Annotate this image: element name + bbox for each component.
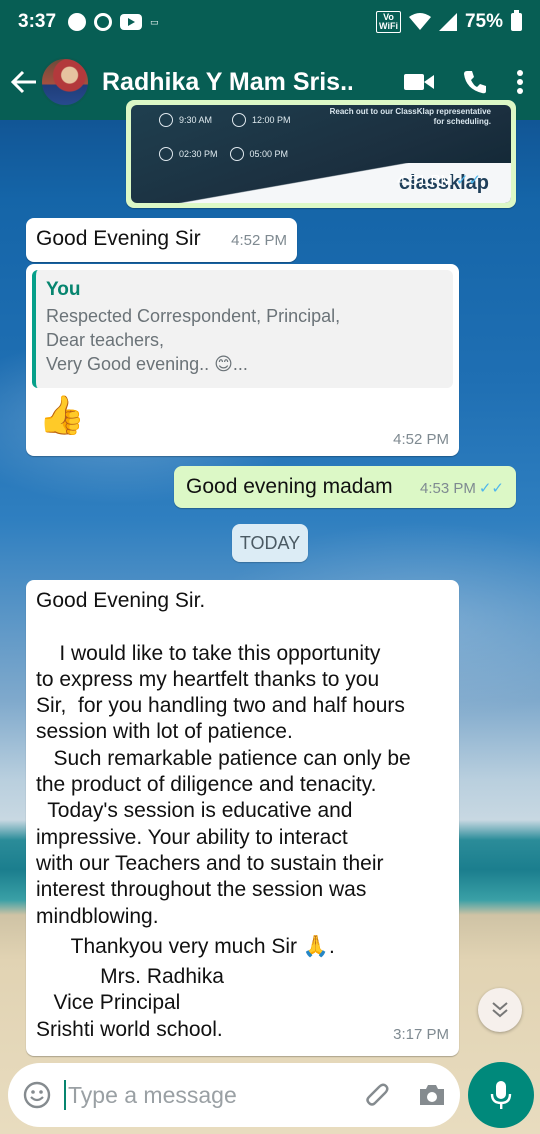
clock-icon [229,147,244,161]
message-time: 4:52 PM [231,232,287,249]
camera-icon[interactable] [418,1083,446,1107]
message-line: Thankyou very much Sir 🙏. [36,934,335,958]
message-line [36,614,449,640]
image-message[interactable]: Reach out to our ClassKlap representativ… [126,100,516,208]
date-divider: TODAY [232,524,308,562]
message-line: Mrs. Radhika [36,965,224,989]
quoted-author: You [46,279,81,300]
image-message-time: 4:51 PM ✓✓ [396,172,481,189]
battery-icon [511,10,522,31]
battery-percentage: 75% [464,11,503,32]
contact-name[interactable]: Radhika Y Mam Sris... [102,68,352,97]
microphone-icon [490,1081,512,1109]
text-caret [64,1080,66,1110]
clock-icon [159,113,173,127]
message-line: session with lot of patience. [36,720,293,744]
message-line: with our Teachers and to sustain their [36,851,384,875]
message-line: Such remarkable patience can only be [36,746,411,770]
emoji-icon[interactable] [22,1080,52,1110]
signal-icon [438,13,457,31]
wifi-icon [408,13,431,30]
message-time: 4:52 PM [393,431,449,448]
more-options-icon[interactable] [516,69,524,95]
message-meta: 4:53 PM ✓✓ [420,479,504,497]
status-time: 3:37 [18,11,57,32]
message-text: Good evening madam [186,475,393,498]
notification-dot-icon [68,13,87,31]
slot1-start: 9:30 AM [179,115,213,125]
status-bar: 3:37 ▭ Vo WiFi 75% [0,0,540,44]
clock-icon [159,147,173,161]
message-line: Srishti world school. [36,1017,223,1041]
clock-icon [232,113,247,127]
outgoing-message[interactable]: Good evening madam 4:53 PM ✓✓ [174,466,516,508]
video-call-icon[interactable] [404,72,434,92]
scroll-to-bottom-button[interactable] [478,988,522,1032]
message-time: 4:53 PM [419,480,476,497]
slot2-start: 02:30 PM [179,149,218,159]
search-notification-icon [94,13,113,31]
slot1-end: 12:00 PM [252,115,291,125]
double-chevron-down-icon [492,1002,508,1018]
message-line: interest throughout the session was [36,878,367,902]
classklap-flyer-image[interactable]: Reach out to our ClassKlap representativ… [131,105,511,203]
contact-avatar[interactable] [40,57,90,107]
app-notification-icon: ▭ [150,16,159,27]
incoming-message-long[interactable]: Good Evening Sir. I would like to take t… [26,580,459,1056]
message-line: Sir, for you handling two and half hours [36,694,405,718]
incoming-reply-message[interactable]: You Respected Correspondent, Principal, … [26,264,459,456]
message-input[interactable] [68,1081,318,1109]
quoted-line: Respected Correspondent, Principal, [46,306,341,326]
message-line: Today's session is educative and [36,799,353,823]
flyer-promo-text: Reach out to our ClassKlap representativ… [329,107,491,126]
thumbs-up-emoji: 👍 [38,395,86,437]
vowifi-icon: Vo WiFi [376,11,401,33]
message-line: Vice Principal [36,991,181,1015]
message-line: I would like to take this opportunity [36,641,381,665]
message-line: the product of diligence and tenacity. [36,773,377,797]
voice-call-icon[interactable] [462,69,488,95]
voice-record-button[interactable] [468,1062,534,1128]
youtube-icon [120,14,143,30]
incoming-message[interactable]: Good Evening Sir 4:52 PM [26,218,297,262]
message-composer [8,1063,460,1127]
read-ticks-icon: ✓✓ [455,172,481,189]
back-arrow-icon[interactable] [10,68,38,96]
message-line: mindblowing. [36,904,159,928]
message-line: impressive. Your ability to interact [36,825,348,849]
message-line: to express my heartfelt thanks to you [36,667,380,691]
message-text: Good Evening Sir [36,227,201,250]
message-time: 3:17 PM [393,1025,449,1043]
quoted-line: Dear teachers, [46,330,165,350]
attach-icon[interactable] [362,1080,392,1110]
quoted-line: Very Good evening.. 😊... [46,354,248,374]
read-ticks-icon: ✓✓ [478,480,504,497]
slot2-end: 05:00 PM [249,149,289,159]
quoted-message[interactable]: You Respected Correspondent, Principal, … [32,270,453,388]
message-line: Good Evening Sir. [36,589,206,612]
